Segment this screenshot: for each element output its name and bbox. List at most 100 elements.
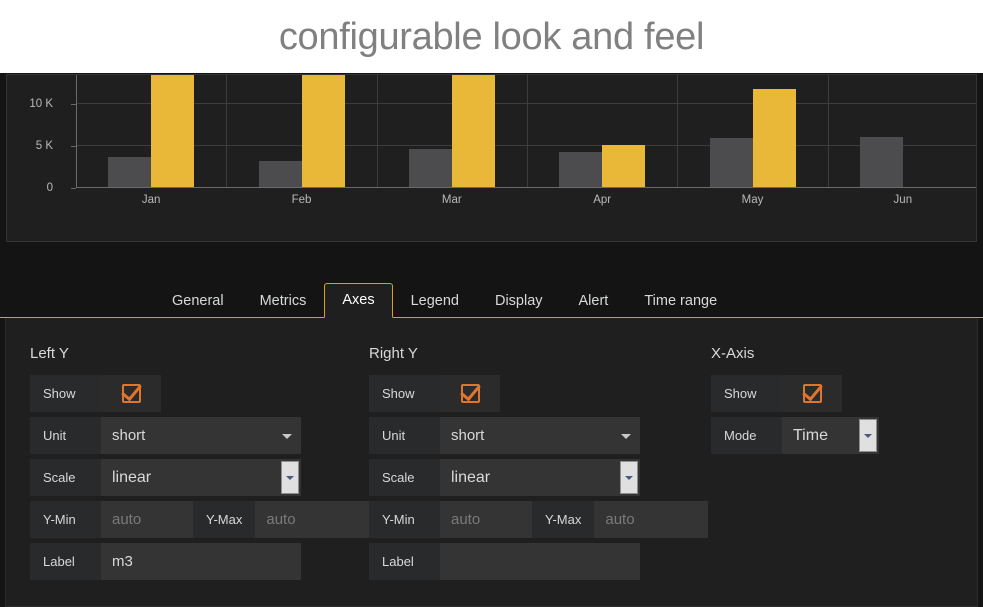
- x-axis-tick-label: May: [742, 194, 764, 206]
- checkmark-icon: [461, 384, 480, 403]
- section-left-y: Left Y Show Unit short Scale linear: [30, 346, 348, 585]
- x-axis-show-row: Show: [711, 375, 977, 412]
- right-y-show-label: Show: [369, 375, 440, 412]
- chart-bar: [409, 149, 452, 188]
- left-y-scale-row: Scale linear: [30, 459, 348, 496]
- x-axis-mode-select[interactable]: Time: [782, 417, 879, 454]
- page-header: configurable look and feel: [0, 0, 983, 73]
- checkmark-icon: [122, 384, 141, 403]
- left-y-unit-value: short: [112, 427, 145, 444]
- chart-gridline-vertical: [527, 75, 528, 188]
- chart-bar: [710, 138, 753, 188]
- tab-label: Axes: [342, 292, 374, 308]
- y-axis-line: [76, 75, 77, 188]
- left-y-scale-label: Scale: [30, 459, 101, 496]
- tab-label: Alert: [579, 293, 609, 309]
- tab-time-range[interactable]: Time range: [626, 284, 735, 319]
- right-y-scale-value: linear: [451, 469, 490, 487]
- left-y-label-label: Label: [30, 543, 101, 580]
- left-y-unit-select[interactable]: short: [101, 417, 301, 454]
- left-y-max-input[interactable]: [255, 501, 369, 538]
- chart-plot-area: [76, 75, 976, 188]
- chart-bar: [753, 89, 796, 188]
- left-y-label-input[interactable]: [101, 543, 301, 580]
- chart-gridline-horizontal: [76, 145, 976, 146]
- chart-gridline-vertical: [677, 75, 678, 188]
- chart-bar: [559, 152, 602, 188]
- left-y-max-label: Y-Max: [193, 501, 255, 538]
- right-y-label-row: Label: [369, 543, 687, 580]
- left-y-scale-value: linear: [112, 469, 151, 487]
- left-y-show-label: Show: [30, 375, 101, 412]
- y-axis-tick-mark: [71, 188, 76, 189]
- checkmark-icon: [803, 384, 822, 403]
- x-axis-tick-label: Feb: [292, 194, 312, 206]
- chart-gridline-vertical: [828, 75, 829, 188]
- tab-general[interactable]: General: [154, 284, 242, 319]
- tab-axes[interactable]: Axes: [324, 283, 392, 319]
- chart-gridline-vertical: [226, 75, 227, 188]
- y-axis-tick-label: 10 K: [6, 98, 53, 110]
- right-y-unit-row: Unit short: [369, 417, 687, 454]
- graph-panel: 10 K 5 K 0 Jan Feb Mar Apr May Jun: [6, 74, 977, 242]
- tab-label: Time range: [644, 293, 717, 309]
- right-y-min-label: Y-Min: [369, 501, 440, 538]
- chart-bar: [108, 157, 151, 188]
- chart-bar: [452, 75, 495, 188]
- panel-editor: Left Y Show Unit short Scale linear: [5, 318, 978, 607]
- chart-bar: [860, 137, 903, 188]
- y-axis-tick-label: 5 K: [6, 140, 53, 152]
- chart-gridline-vertical: [377, 75, 378, 188]
- chart-bar: [151, 75, 194, 188]
- tab-metrics[interactable]: Metrics: [242, 284, 325, 319]
- x-axis-mode-value: Time: [793, 427, 828, 445]
- y-axis-tick-mark: [71, 146, 76, 147]
- left-y-scale-select[interactable]: linear: [101, 459, 301, 496]
- right-y-unit-label: Unit: [369, 417, 440, 454]
- x-axis-show-label: Show: [711, 375, 782, 412]
- chevron-down-icon: [281, 461, 299, 494]
- tab-alert[interactable]: Alert: [561, 284, 627, 319]
- right-y-label-label: Label: [369, 543, 440, 580]
- left-y-label-row: Label: [30, 543, 348, 580]
- x-axis-show-checkbox[interactable]: [782, 375, 842, 412]
- x-axis-line: [76, 187, 976, 188]
- right-y-unit-select[interactable]: short: [440, 417, 640, 454]
- x-axis-tick-label: Apr: [593, 194, 611, 206]
- left-y-show-checkbox[interactable]: [101, 375, 161, 412]
- left-y-show-row: Show: [30, 375, 348, 412]
- right-y-label-input[interactable]: [440, 543, 640, 580]
- tab-label: General: [172, 293, 224, 309]
- left-y-min-label: Y-Min: [30, 501, 101, 538]
- left-y-unit-row: Unit short: [30, 417, 348, 454]
- chevron-down-icon: [282, 434, 292, 439]
- x-axis-tick-label: Jun: [894, 194, 913, 206]
- y-axis-tick-mark: [71, 104, 76, 105]
- right-y-max-input[interactable]: [594, 501, 708, 538]
- left-y-min-input[interactable]: [101, 501, 193, 538]
- right-y-min-input[interactable]: [440, 501, 532, 538]
- tab-legend[interactable]: Legend: [393, 284, 477, 319]
- x-axis-mode-row: Mode Time: [711, 417, 977, 454]
- section-right-y: Right Y Show Unit short Scale linear: [369, 346, 687, 585]
- chart-bar: [302, 75, 345, 188]
- left-y-section-title: Left Y: [30, 346, 348, 361]
- tab-display[interactable]: Display: [477, 284, 561, 319]
- right-y-unit-value: short: [451, 427, 484, 444]
- chart-bar: [602, 145, 645, 188]
- section-x-axis: X-Axis Show Mode Time: [711, 346, 977, 585]
- x-axis-mode-label: Mode: [711, 417, 782, 454]
- x-axis-tick-label: Mar: [442, 194, 462, 206]
- right-y-scale-row: Scale linear: [369, 459, 687, 496]
- chart-gridline-horizontal: [76, 103, 976, 104]
- tab-label: Legend: [411, 293, 459, 309]
- right-y-max-label: Y-Max: [532, 501, 594, 538]
- y-axis-tick-label: 0: [6, 182, 53, 194]
- right-y-show-checkbox[interactable]: [440, 375, 500, 412]
- right-y-scale-select[interactable]: linear: [440, 459, 640, 496]
- tab-label: Display: [495, 293, 543, 309]
- chevron-down-icon: [859, 419, 877, 452]
- chevron-down-icon: [621, 434, 631, 439]
- right-y-section-title: Right Y: [369, 346, 687, 361]
- x-axis-tick-label: Jan: [142, 194, 161, 206]
